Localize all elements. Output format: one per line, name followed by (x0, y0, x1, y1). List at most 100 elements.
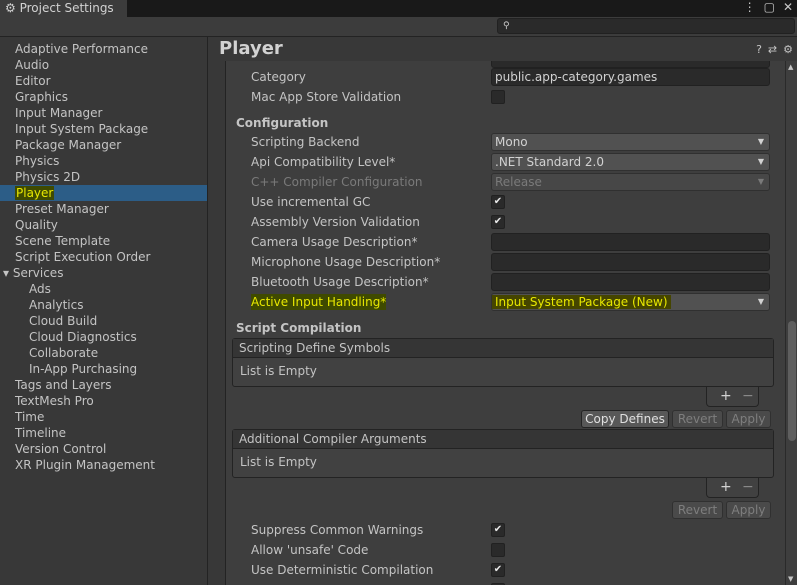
cpp-config-dropdown: Release ▼ (491, 173, 770, 191)
sidebar-item-scene-template[interactable]: Scene Template (0, 233, 207, 249)
sidebar-item-label: Quality (15, 218, 58, 232)
api-level-label: Api Compatibility Level* (251, 155, 396, 169)
list-header: Additional Compiler Arguments (233, 430, 773, 449)
revert-button[interactable]: Revert (672, 410, 723, 428)
sidebar-item-label: Timeline (15, 426, 67, 440)
add-icon[interactable]: + (720, 387, 732, 405)
settings-gear-icon[interactable]: ⚙ (783, 43, 793, 56)
revert-button[interactable]: Revert (672, 501, 723, 519)
list-empty-text: List is Empty (240, 455, 317, 469)
input-handling-dropdown[interactable]: Input System Package (New) ▼ (491, 293, 770, 311)
sidebar-item-graphics[interactable]: Graphics (0, 89, 207, 105)
category-field[interactable]: public.app-category.games (491, 68, 770, 86)
api-level-dropdown[interactable]: .NET Standard 2.0 ▼ (491, 153, 770, 171)
sidebar-item-label: Analytics (29, 298, 84, 312)
help-icon[interactable]: ? (756, 43, 762, 56)
sidebar-item-audio[interactable]: Audio (0, 57, 207, 73)
main-panel: Player ? ⇄ ⚙ Category public.app-category… (209, 37, 797, 585)
gear-icon: ⚙ (5, 1, 16, 15)
sidebar-item-label: Cloud Diagnostics (29, 330, 137, 344)
sidebar-item-script-execution-order[interactable]: Script Execution Order (0, 249, 207, 265)
sidebar-item-time[interactable]: Time (0, 409, 207, 425)
sidebar-item-quality[interactable]: Quality (0, 217, 207, 233)
sidebar-item-label: Ads (29, 282, 51, 296)
window-tab[interactable]: ⚙ Project Settings (0, 0, 127, 17)
sidebar-item-timeline[interactable]: Timeline (0, 425, 207, 441)
scroll-up-icon[interactable]: ▲ (788, 63, 793, 71)
sidebar-item-ads[interactable]: Ads (0, 281, 207, 297)
mac-validation-checkbox[interactable] (491, 90, 505, 104)
sidebar-item-physics-2d[interactable]: Physics 2D (0, 169, 207, 185)
apply-button[interactable]: Apply (726, 410, 771, 428)
sidebar-item-package-manager[interactable]: Package Manager (0, 137, 207, 153)
preset-icon[interactable]: ⇄ (768, 43, 777, 56)
dropdown-value: Release (495, 175, 542, 189)
scripting-backend-dropdown[interactable]: Mono ▼ (491, 133, 770, 151)
cpp-config-label: C++ Compiler Configuration (251, 175, 423, 189)
mic-desc-field[interactable] (491, 253, 770, 271)
sidebar-item-analytics[interactable]: Analytics (0, 297, 207, 313)
suppress-warnings-checkbox[interactable]: ✔ (491, 523, 505, 537)
camera-desc-label: Camera Usage Description* (251, 235, 418, 249)
toolbar: ⚲ (0, 17, 797, 37)
deterministic-checkbox[interactable]: ✔ (491, 563, 505, 577)
sidebar-item-in-app-purchasing[interactable]: In-App Purchasing (0, 361, 207, 377)
sidebar-item-adaptive-performance[interactable]: Adaptive Performance (0, 41, 207, 57)
close-icon[interactable]: ✕ (783, 0, 793, 15)
mic-desc-label: Microphone Usage Description* (251, 255, 441, 269)
unsafe-code-checkbox[interactable] (491, 543, 505, 557)
sidebar-item-tags-and-layers[interactable]: Tags and Layers (0, 377, 207, 393)
bt-desc-field[interactable] (491, 273, 770, 291)
sidebar-item-xr-plugin-management[interactable]: XR Plugin Management (0, 457, 207, 473)
input-handling-label: Active Input Handling* (251, 294, 387, 310)
sidebar-item-services[interactable]: ▾ Services (0, 265, 207, 281)
sidebar-item-input-manager[interactable]: Input Manager (0, 105, 207, 121)
camera-desc-field[interactable] (491, 233, 770, 251)
sidebar-item-version-control[interactable]: Version Control (0, 441, 207, 457)
scroll-down-icon[interactable]: ▼ (788, 575, 793, 583)
more-options-icon[interactable]: ⋮ (744, 0, 756, 15)
sidebar-item-editor[interactable]: Editor (0, 73, 207, 89)
scrollbar-thumb[interactable] (788, 321, 796, 441)
sidebar-item-collaborate[interactable]: Collaborate (0, 345, 207, 361)
apply-button[interactable]: Apply (726, 501, 771, 519)
add-icon[interactable]: + (720, 478, 732, 496)
dropdown-value: Mono (495, 135, 528, 149)
script-compilation-header: Script Compilation (236, 321, 362, 335)
sidebar-item-label: Script Execution Order (15, 250, 151, 264)
incremental-gc-checkbox[interactable]: ✔ (491, 195, 505, 209)
remove-icon[interactable]: − (742, 387, 754, 405)
search-input[interactable]: ⚲ (497, 18, 795, 34)
sidebar-item-player[interactable]: Player (0, 185, 207, 201)
sidebar-item-label: Audio (15, 58, 50, 72)
dropdown-value: Input System Package (New) (492, 295, 671, 309)
configuration-header: Configuration (236, 116, 329, 130)
scrollbar[interactable]: ▲ ▼ (785, 61, 797, 585)
sidebar-item-label: Player (15, 186, 55, 200)
assembly-validation-checkbox[interactable]: ✔ (491, 215, 505, 229)
sidebar-item-cloud-build[interactable]: Cloud Build (0, 313, 207, 329)
remove-icon[interactable]: − (742, 478, 754, 496)
copy-defines-button[interactable]: Copy Defines (581, 410, 669, 428)
sidebar-item-textmesh-pro[interactable]: TextMesh Pro (0, 393, 207, 409)
sidebar-item-label: Services (12, 266, 64, 280)
sidebar-item-label: TextMesh Pro (15, 394, 94, 408)
chevron-down-icon: ▼ (757, 297, 764, 306)
sidebar-item-label: Physics (15, 154, 60, 168)
sidebar-item-input-system-package[interactable]: Input System Package (0, 121, 207, 137)
maximize-icon[interactable]: ▢ (764, 0, 775, 15)
incremental-gc-label: Use incremental GC (251, 195, 371, 209)
sidebar-item-label: Input System Package (15, 122, 149, 136)
expand-arrow-icon[interactable]: ▾ (3, 266, 13, 280)
sidebar-item-cloud-diagnostics[interactable]: Cloud Diagnostics (0, 329, 207, 345)
chevron-down-icon: ▼ (757, 157, 764, 166)
sidebar-item-physics[interactable]: Physics (0, 153, 207, 169)
assembly-validation-label: Assembly Version Validation (251, 215, 420, 229)
sidebar: Adaptive Performance Audio Editor Graphics I… (0, 37, 208, 585)
window-title: Project Settings (19, 1, 114, 15)
suppress-warnings-label: Suppress Common Warnings (251, 523, 424, 537)
sidebar-item-label: In-App Purchasing (29, 362, 138, 376)
settings-content: Category public.app-category.games Mac Ap… (225, 61, 785, 585)
mac-validation-label: Mac App Store Validation (251, 90, 402, 104)
sidebar-item-preset-manager[interactable]: Preset Manager (0, 201, 207, 217)
